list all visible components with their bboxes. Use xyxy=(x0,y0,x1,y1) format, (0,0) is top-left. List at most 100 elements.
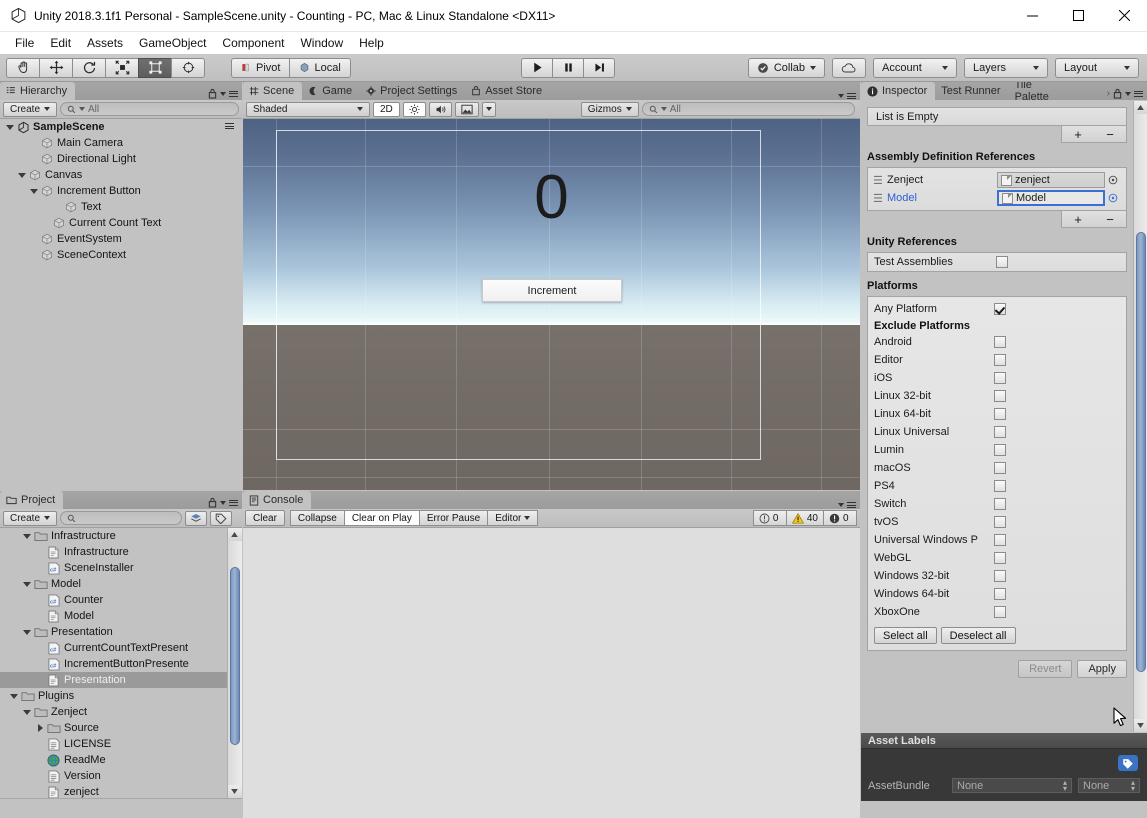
tab-console[interactable]: Console xyxy=(243,491,311,509)
tab-tile-palette[interactable]: Tile Palette xyxy=(1009,82,1071,100)
platform-row-xboxone[interactable]: XboxOne xyxy=(874,603,1120,621)
platform-row-lumin[interactable]: Lumin xyxy=(874,441,1120,459)
editor-dropdown[interactable]: Editor xyxy=(487,510,538,526)
platform-checkbox[interactable] xyxy=(994,390,1006,402)
any-platform-checkbox[interactable] xyxy=(994,303,1006,315)
project-item-sceneinstaller[interactable]: c#SceneInstaller xyxy=(0,560,242,576)
cloud-button[interactable] xyxy=(832,58,866,78)
platform-checkbox[interactable] xyxy=(994,534,1006,546)
console-log-area[interactable] xyxy=(243,528,860,818)
project-item-foldout-down[interactable] xyxy=(21,534,33,539)
scroll-up-arrow[interactable] xyxy=(1134,101,1147,114)
hierarchy-item-samplescene[interactable]: SampleScene xyxy=(0,119,242,135)
increment-button[interactable]: Increment xyxy=(482,279,622,302)
hierarchy-tree[interactable]: SampleSceneMain CameraDirectional LightC… xyxy=(0,119,242,490)
scene-search-input[interactable]: All xyxy=(642,102,855,116)
select-all-button[interactable]: Select all xyxy=(874,627,937,644)
project-vertical-scrollbar[interactable] xyxy=(227,528,241,798)
platform-row-linux-64-bit[interactable]: Linux 64-bit xyxy=(874,405,1120,423)
scroll-thumb[interactable] xyxy=(230,567,240,745)
chevron-down-icon[interactable] xyxy=(220,501,226,505)
clear-on-play-button[interactable]: Clear on Play xyxy=(344,510,420,526)
assetbundle-dropdown[interactable]: None ▴▾ xyxy=(952,778,1072,793)
platform-checkbox[interactable] xyxy=(994,498,1006,510)
platform-checkbox[interactable] xyxy=(994,552,1006,564)
hierarchy-item-text[interactable]: Text xyxy=(0,199,242,215)
draw-mode-dropdown[interactable]: Shaded xyxy=(246,102,370,117)
filter-by-label-button[interactable] xyxy=(210,511,232,526)
project-item-incrementbuttonpresente[interactable]: c#IncrementButtonPresente xyxy=(0,656,242,672)
project-item-version[interactable]: Version xyxy=(0,768,242,784)
assembly-ref-row[interactable]: ☰ Model Model xyxy=(873,189,1121,207)
scene-context-menu-icon[interactable] xyxy=(225,123,234,129)
step-button[interactable] xyxy=(583,58,615,78)
test-assemblies-row[interactable]: Test Assemblies xyxy=(867,252,1127,272)
platform-checkbox[interactable] xyxy=(994,336,1006,348)
console-menu-icon[interactable] xyxy=(847,502,856,508)
collapse-button[interactable]: Collapse xyxy=(290,510,345,526)
platform-checkbox[interactable] xyxy=(994,408,1006,420)
audio-toggle-button[interactable] xyxy=(429,102,452,117)
drag-handle-icon[interactable]: ☰ xyxy=(873,192,887,205)
platform-row-editor[interactable]: Editor xyxy=(874,351,1120,369)
minimize-button[interactable] xyxy=(1009,0,1055,32)
warning-count-button[interactable]: 40 xyxy=(786,510,824,526)
project-item-license[interactable]: LICENSE xyxy=(0,736,242,752)
move-tool-button[interactable] xyxy=(39,58,73,78)
transform-tool-button[interactable] xyxy=(171,58,205,78)
hierarchy-item-scenecontext[interactable]: SceneContext xyxy=(0,247,242,263)
platform-checkbox[interactable] xyxy=(994,426,1006,438)
layers-dropdown[interactable]: Layers xyxy=(964,58,1048,78)
platform-checkbox[interactable] xyxy=(994,588,1006,600)
scene-menu-icon[interactable] xyxy=(847,93,856,99)
test-assemblies-checkbox[interactable] xyxy=(996,256,1008,268)
local-toggle[interactable]: Local xyxy=(289,58,350,78)
platform-checkbox[interactable] xyxy=(994,480,1006,492)
inspector-menu-icon[interactable] xyxy=(1134,91,1143,97)
platform-row-webgl[interactable]: WebGL xyxy=(874,549,1120,567)
chevron-down-icon[interactable] xyxy=(838,94,844,98)
effects-toggle-button[interactable] xyxy=(455,102,479,117)
drag-handle-icon[interactable]: ☰ xyxy=(873,174,887,187)
hierarchy-item-directional-light[interactable]: Directional Light xyxy=(0,151,242,167)
hand-tool-button[interactable] xyxy=(6,58,40,78)
2d-toggle-button[interactable]: 2D xyxy=(373,102,400,117)
pause-button[interactable] xyxy=(552,58,584,78)
project-item-presentation[interactable]: Presentation xyxy=(0,672,242,688)
deselect-all-button[interactable]: Deselect all xyxy=(941,627,1016,644)
pivot-toggle[interactable]: Pivot xyxy=(231,58,290,78)
project-item-foldout-down[interactable] xyxy=(21,710,33,715)
platform-row-ps4[interactable]: PS4 xyxy=(874,477,1120,495)
chevron-down-icon[interactable] xyxy=(1125,92,1131,96)
project-item-foldout-down[interactable] xyxy=(21,630,33,635)
clear-button[interactable]: Clear xyxy=(245,510,285,526)
account-dropdown[interactable]: Account xyxy=(873,58,957,78)
project-item-infrastructure[interactable]: Infrastructure xyxy=(0,528,242,544)
assembly-ref-object-field[interactable]: Model xyxy=(997,190,1105,206)
scroll-down-arrow[interactable] xyxy=(228,785,242,798)
scene-viewport[interactable]: 0 Increment xyxy=(243,119,860,490)
lighting-toggle-button[interactable] xyxy=(403,102,426,117)
platform-row-android[interactable]: Android xyxy=(874,333,1120,351)
hierarchy-item-eventsystem[interactable]: EventSystem xyxy=(0,231,242,247)
assembly-ref-remove-button[interactable]: − xyxy=(1094,211,1126,227)
filter-by-type-button[interactable] xyxy=(185,511,207,526)
project-item-model[interactable]: Model xyxy=(0,608,242,624)
menu-gameobject[interactable]: GameObject xyxy=(131,34,214,52)
hierarchy-create-button[interactable]: Create xyxy=(3,102,57,117)
rect-tool-button[interactable] xyxy=(138,58,172,78)
project-item-readme[interactable]: ReadMe xyxy=(0,752,242,768)
apply-button[interactable]: Apply xyxy=(1077,660,1127,678)
hierarchy-item-foldout-down[interactable] xyxy=(16,173,28,178)
platform-checkbox[interactable] xyxy=(994,354,1006,366)
menu-component[interactable]: Component xyxy=(214,34,292,52)
project-tree[interactable]: InfrastructureInfrastructurec#SceneInsta… xyxy=(0,528,242,798)
tab-project[interactable]: Project xyxy=(0,491,63,509)
project-item-foldout-down[interactable] xyxy=(21,582,33,587)
project-item-infrastructure[interactable]: Infrastructure xyxy=(0,544,242,560)
hierarchy-item-foldout-down[interactable] xyxy=(4,125,16,130)
hierarchy-item-current-count-text[interactable]: Current Count Text xyxy=(0,215,242,231)
maximize-button[interactable] xyxy=(1055,0,1101,32)
object-picker-button[interactable] xyxy=(1105,175,1121,185)
menu-assets[interactable]: Assets xyxy=(79,34,131,52)
